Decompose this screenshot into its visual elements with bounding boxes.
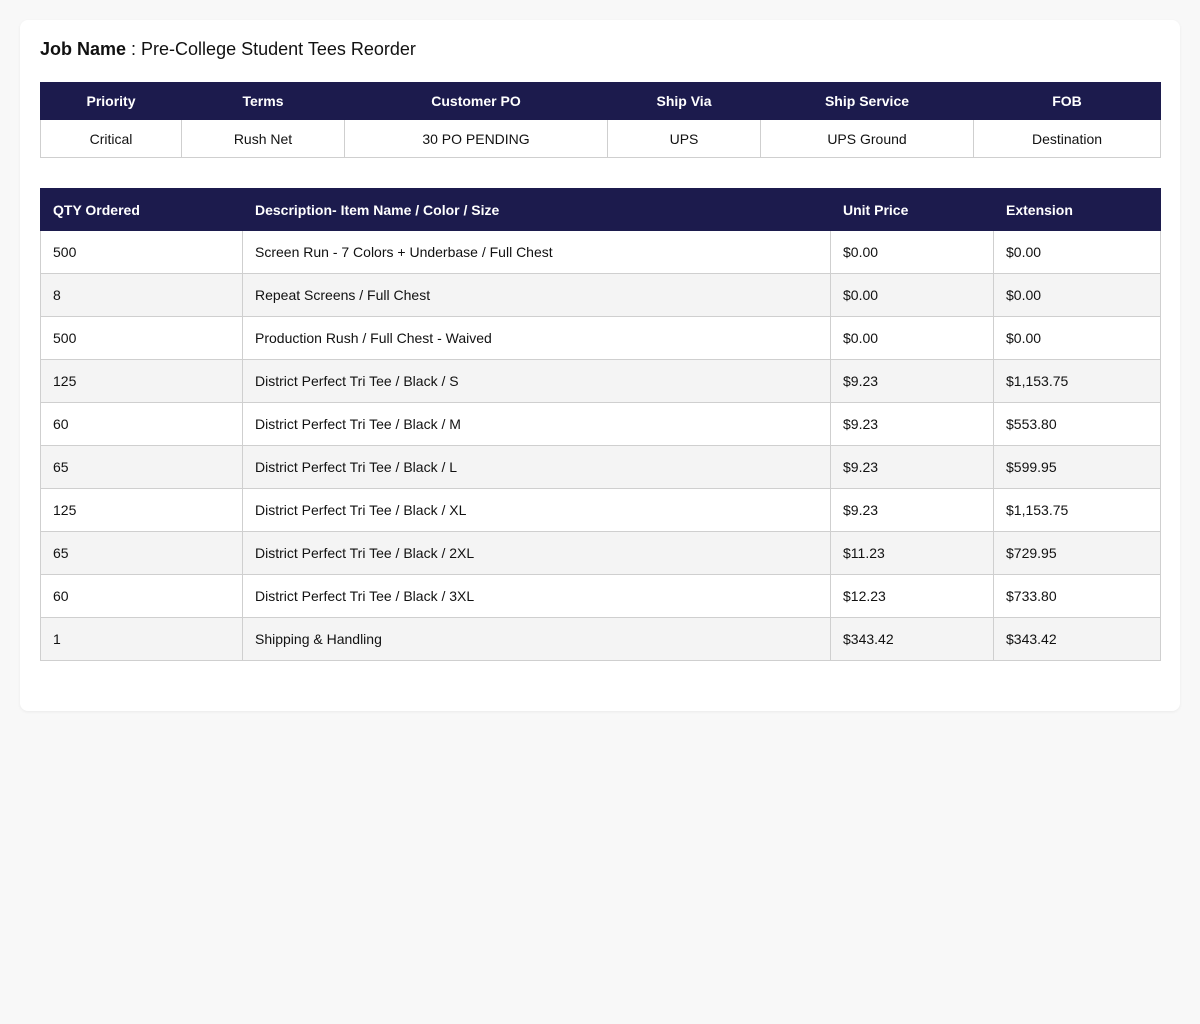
table-row: 60 District Perfect Tri Tee / Black / 3X… [40, 574, 1161, 618]
line-items-header-row: QTY Ordered Description- Item Name / Col… [40, 188, 1161, 231]
extension-cell: $0.00 [993, 230, 1161, 274]
description-cell: Production Rush / Full Chest - Waived [242, 316, 831, 360]
unit-price-cell: $0.00 [830, 316, 994, 360]
value-fob: Destination [973, 119, 1161, 158]
unit-price-cell: $9.23 [830, 359, 994, 403]
table-row: 65 District Perfect Tri Tee / Black / L … [40, 445, 1161, 489]
extension-cell: $0.00 [993, 273, 1161, 317]
job-name-line: Job Name : Pre-College Student Tees Reor… [40, 38, 416, 60]
table-row: 125 District Perfect Tri Tee / Black / S… [40, 359, 1161, 403]
description-cell: District Perfect Tri Tee / Black / S [242, 359, 831, 403]
value-ship-service: UPS Ground [760, 119, 974, 158]
qty-cell: 65 [40, 445, 243, 489]
unit-price-cell: $0.00 [830, 273, 994, 317]
order-card: Job Name : Pre-College Student Tees Reor… [20, 20, 1180, 711]
unit-price-cell: $9.23 [830, 488, 994, 532]
extension-cell: $729.95 [993, 531, 1161, 575]
job-name-label: Job Name [40, 39, 127, 59]
extension-cell: $553.80 [993, 402, 1161, 446]
value-ship-via: UPS [607, 119, 761, 158]
qty-cell: 500 [40, 230, 243, 274]
job-name-separator: : [126, 39, 142, 59]
unit-price-cell: $0.00 [830, 230, 994, 274]
description-cell: District Perfect Tri Tee / Black / XL [242, 488, 831, 532]
table-row: 8 Repeat Screens / Full Chest $0.00 $0.0… [40, 273, 1161, 317]
order-info-value-row: Critical Rush Net 30 PO PENDING UPS UPS … [40, 119, 1161, 158]
unit-price-cell: $12.23 [830, 574, 994, 618]
qty-cell: 125 [40, 488, 243, 532]
line-items-table: QTY Ordered Description- Item Name / Col… [40, 188, 1161, 661]
extension-cell: $1,153.75 [993, 488, 1161, 532]
extension-cell: $599.95 [993, 445, 1161, 489]
qty-cell: 8 [40, 273, 243, 317]
description-cell: District Perfect Tri Tee / Black / 2XL [242, 531, 831, 575]
header-qty: QTY Ordered [40, 188, 243, 231]
header-fob: FOB [973, 82, 1161, 120]
value-priority: Critical [40, 119, 182, 158]
description-cell: Repeat Screens / Full Chest [242, 273, 831, 317]
unit-price-cell: $9.23 [830, 445, 994, 489]
extension-cell: $0.00 [993, 316, 1161, 360]
header-unit-price: Unit Price [830, 188, 994, 231]
extension-cell: $1,153.75 [993, 359, 1161, 403]
description-cell: District Perfect Tri Tee / Black / 3XL [242, 574, 831, 618]
table-row: 500 Production Rush / Full Chest - Waive… [40, 316, 1161, 360]
qty-cell: 60 [40, 574, 243, 618]
unit-price-cell: $11.23 [830, 531, 994, 575]
description-cell: District Perfect Tri Tee / Black / L [242, 445, 831, 489]
header-ship-via: Ship Via [607, 82, 761, 120]
qty-cell: 60 [40, 402, 243, 446]
table-row: 1 Shipping & Handling $343.42 $343.42 [40, 617, 1161, 661]
qty-cell: 500 [40, 316, 243, 360]
qty-cell: 1 [40, 617, 243, 661]
value-customer-po: 30 PO PENDING [344, 119, 608, 158]
unit-price-cell: $343.42 [830, 617, 994, 661]
header-description: Description- Item Name / Color / Size [242, 188, 831, 231]
qty-cell: 125 [40, 359, 243, 403]
job-name-value: Pre-College Student Tees Reorder [141, 39, 416, 59]
header-extension: Extension [993, 188, 1161, 231]
table-row: 60 District Perfect Tri Tee / Black / M … [40, 402, 1161, 446]
table-row: 125 District Perfect Tri Tee / Black / X… [40, 488, 1161, 532]
extension-cell: $343.42 [993, 617, 1161, 661]
table-row: 65 District Perfect Tri Tee / Black / 2X… [40, 531, 1161, 575]
description-cell: Screen Run - 7 Colors + Underbase / Full… [242, 230, 831, 274]
header-terms: Terms [181, 82, 345, 120]
header-ship-service: Ship Service [760, 82, 974, 120]
extension-cell: $733.80 [993, 574, 1161, 618]
header-priority: Priority [40, 82, 182, 120]
description-cell: District Perfect Tri Tee / Black / M [242, 402, 831, 446]
description-cell: Shipping & Handling [242, 617, 831, 661]
value-terms: Rush Net [181, 119, 345, 158]
header-customer-po: Customer PO [344, 82, 608, 120]
qty-cell: 65 [40, 531, 243, 575]
order-info-table: Priority Terms Customer PO Ship Via Ship… [40, 82, 1161, 158]
table-row: 500 Screen Run - 7 Colors + Underbase / … [40, 230, 1161, 274]
unit-price-cell: $9.23 [830, 402, 994, 446]
order-info-header-row: Priority Terms Customer PO Ship Via Ship… [40, 82, 1161, 120]
